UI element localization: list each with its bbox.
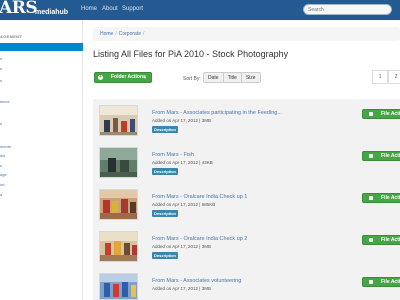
file-thumbnail[interactable]	[99, 147, 138, 178]
plus-circle-icon: +	[98, 74, 103, 80]
file-icon	[369, 196, 373, 200]
file-row: From Mars - Oralcare India Check up 2 Ad…	[93, 225, 400, 269]
file-title-link[interactable]: From Mars - Oralcare India Check up 1	[152, 194, 247, 200]
sidebar-item[interactable]: s	[0, 78, 2, 83]
description-badge[interactable]: Description	[152, 168, 179, 175]
description-badge[interactable]: Description	[152, 252, 179, 259]
file-icon	[369, 238, 373, 242]
file-actions-label: File Actions	[381, 237, 400, 243]
file-icon	[369, 112, 373, 116]
file-meta: Added on Apr 17, 2012 | 3MB	[152, 244, 211, 249]
breadcrumb-separator: /	[142, 31, 145, 37]
file-icon	[369, 154, 373, 158]
sort-title-button[interactable]: Title	[222, 72, 242, 83]
page-title: Listing All Files for PiA 2010 - Stock P…	[93, 49, 289, 59]
nav-home-link[interactable]: Home	[81, 6, 97, 13]
file-thumbnail[interactable]	[99, 273, 138, 300]
folder-actions-button[interactable]: + Folder Actions ▼	[94, 72, 152, 83]
file-meta: Added on Apr 17, 2012 | 3MB	[152, 286, 211, 291]
file-meta: Added on Apr 17, 2012 | 3MB	[152, 118, 211, 123]
folder-actions-label: Folder Actions	[111, 74, 146, 80]
page-1-button[interactable]: 1	[372, 70, 388, 84]
search-input[interactable]	[303, 4, 392, 15]
sidebar-item[interactable]: ience	[0, 99, 10, 104]
file-actions-label: File Actions	[381, 195, 400, 201]
caret-down-icon: ▼	[143, 75, 147, 80]
nav-support-link[interactable]: Support	[122, 6, 143, 13]
sidebar-item[interactable]: s	[0, 56, 2, 61]
sort-by-label: Sort By:	[183, 76, 201, 82]
top-navbar: ARS mediahub Home About Support	[0, 0, 400, 20]
sidebar-item[interactable]: ort	[0, 182, 5, 187]
description-badge[interactable]: Description	[152, 210, 179, 217]
file-title-link[interactable]: From Mars - Oralcare India Check up 2	[152, 236, 247, 242]
file-actions-label: File Actions	[381, 153, 400, 159]
file-thumbnail[interactable]	[99, 231, 138, 262]
file-row: From Mars - Oralcare India Check up 1 Ad…	[93, 183, 400, 227]
file-meta: Added on Apr 17, 2012 | 585KB	[152, 202, 216, 207]
file-actions-label: File Actions	[381, 111, 400, 117]
sidebar-item-active[interactable]	[0, 43, 83, 51]
nav-about-link[interactable]: About	[102, 6, 118, 13]
sidebar: AGEMENT s e s ience s ments ols s age or…	[0, 20, 83, 300]
file-meta: Added on Apr 17, 2012 | 43KB	[152, 160, 213, 165]
breadcrumb-home-link[interactable]: Home	[100, 31, 113, 37]
file-title-link[interactable]: From Mars - Associates volunteering	[152, 278, 241, 284]
logo-sub-text: mediahub	[35, 9, 69, 16]
description-badge[interactable]: Description	[152, 126, 179, 133]
pagination: 1 2	[372, 70, 400, 84]
breadcrumb-corporate-link[interactable]: Corporate	[119, 31, 141, 37]
sort-button-group: Date Title Size	[203, 72, 261, 83]
sidebar-item[interactable]: ols	[0, 153, 5, 158]
file-row: From Mars - Associates participating in …	[93, 99, 400, 143]
file-actions-button[interactable]: File Actions	[362, 277, 400, 287]
sidebar-item[interactable]: e	[0, 66, 2, 71]
file-actions-button[interactable]: File Actions	[362, 109, 400, 119]
logo-main-text: ARS	[0, 0, 38, 18]
file-title-link[interactable]: From Mars - Fish	[152, 152, 194, 158]
sidebar-item[interactable]: a	[0, 192, 2, 197]
sidebar-item[interactable]: s	[0, 121, 2, 126]
sidebar-section-label: AGEMENT	[0, 34, 23, 39]
file-actions-button[interactable]: File Actions	[362, 151, 400, 161]
sidebar-item[interactable]: s	[0, 163, 2, 168]
file-row: From Mars - Fish Added on Apr 17, 2012 |…	[93, 141, 400, 185]
page-2-button[interactable]: 2	[388, 70, 400, 84]
file-thumbnail[interactable]	[99, 189, 138, 220]
file-title-link[interactable]: From Mars - Associates participating in …	[152, 110, 282, 116]
sort-date-button[interactable]: Date	[203, 72, 224, 83]
file-actions-button[interactable]: File Actions	[362, 193, 400, 203]
file-row: From Mars - Associates volunteering Adde…	[93, 267, 400, 300]
file-actions-label: File Actions	[381, 279, 400, 285]
file-actions-button[interactable]: File Actions	[362, 235, 400, 245]
sidebar-item[interactable]: age	[0, 172, 7, 177]
file-icon	[369, 280, 373, 284]
sidebar-item[interactable]: ments	[0, 144, 11, 149]
file-thumbnail[interactable]	[99, 105, 138, 136]
sort-size-button[interactable]: Size	[240, 72, 261, 83]
breadcrumb: Home / Corporate /	[93, 27, 400, 41]
